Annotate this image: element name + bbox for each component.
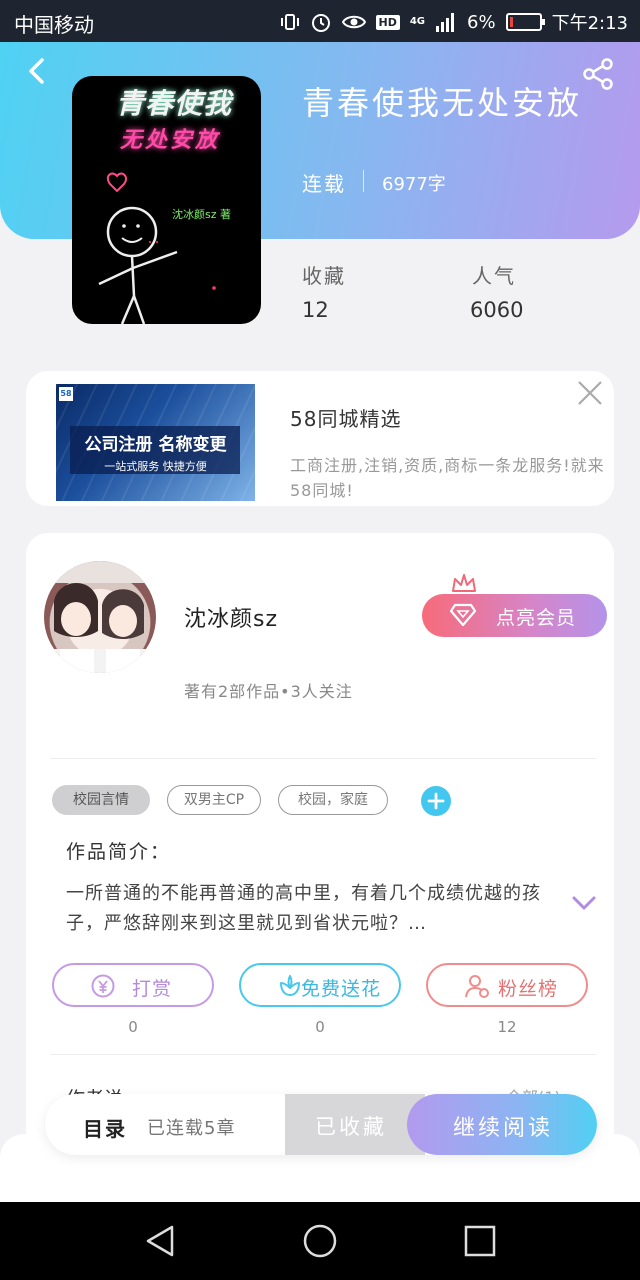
tip-button[interactable]: 打赏	[52, 963, 214, 1007]
continue-reading-button[interactable]: 继续阅读	[407, 1094, 597, 1155]
avatar[interactable]	[44, 561, 156, 673]
toc-button[interactable]: 目录	[83, 1113, 127, 1142]
book-cover[interactable]: 青春使我 无处安放 沈冰颜sz 著	[72, 76, 261, 324]
tip-count: 0	[128, 1018, 138, 1036]
intro-label: 作品简介：	[66, 841, 172, 863]
plus-icon	[427, 792, 445, 810]
battery-fill	[509, 17, 513, 27]
chevron-down-icon[interactable]	[570, 893, 598, 913]
bottom-action-bar: 目录 已连载5章 已收藏 继续阅读	[45, 1094, 597, 1155]
clock: 下午2:13	[551, 13, 628, 34]
book-info-card: 沈冰颜sz 点亮会员 著有2部作品•3人关注 校园言情 双男主CP 校园，家庭 …	[26, 533, 614, 1153]
favorites-label: 收藏	[302, 264, 346, 288]
collected-button-label: 已收藏	[315, 1115, 387, 1139]
nav-home-icon[interactable]	[302, 1223, 338, 1259]
tag-chip[interactable]: 双男主CP	[167, 785, 261, 815]
tip-button-label: 打赏	[132, 978, 173, 1000]
flower-count: 0	[315, 1018, 325, 1036]
status-bar: 中国移动 HD 4G 6% 下午2:13	[0, 0, 640, 42]
back-icon[interactable]	[22, 56, 52, 86]
collected-button[interactable]: 已收藏	[285, 1094, 425, 1155]
ad-title: 58同城精选	[290, 407, 402, 431]
close-icon[interactable]	[576, 379, 604, 407]
vibrate-icon	[280, 14, 299, 30]
share-icon[interactable]	[580, 56, 616, 92]
ad-description: 工商注册,注销,资质,商标一条龙服务!就来58同城!	[290, 456, 605, 500]
nav-recents-icon[interactable]	[462, 1223, 498, 1259]
crown-icon	[452, 574, 476, 592]
ad-image-headline: 公司注册 名称变更	[84, 435, 227, 455]
book-title: 青春使我无处安放	[302, 84, 583, 122]
send-flower-button-label: 免费送花	[301, 978, 382, 1000]
battery-icon	[505, 13, 545, 31]
send-flower-button[interactable]: 免费送花	[239, 963, 401, 1007]
author-name[interactable]: 沈冰颜sz	[184, 601, 278, 633]
divider	[50, 1054, 596, 1055]
popularity-label: 人气	[472, 264, 516, 288]
battery-percent: 6%	[467, 11, 496, 33]
alarm-icon	[311, 14, 330, 32]
fan-count: 12	[497, 1018, 517, 1036]
fan-ranking-button[interactable]: 粉丝榜	[426, 963, 588, 1007]
status-icons: HD 4G 6% 下午2:13	[280, 9, 628, 35]
signal-icon	[436, 13, 455, 32]
user-ranking-icon	[465, 975, 489, 998]
system-nav-bar	[0, 1202, 640, 1280]
carrier-label: 中国移动	[14, 13, 94, 37]
ad-card[interactable]: 58 公司注册 名称变更 一站式服务 快捷方便 58同城精选 工商注册,注销,资…	[26, 371, 614, 506]
cover-author-mark: 沈冰颜sz 著	[172, 208, 232, 221]
chapter-status: 已连载5章	[147, 1118, 236, 1139]
favorites-count: 12	[302, 298, 329, 322]
serial-status: 连载	[302, 172, 346, 196]
ad-image-subline: 一站式服务 快捷方便	[104, 460, 207, 473]
popularity-count: 6060	[470, 298, 524, 322]
cover-title-line2: 无处安放	[120, 128, 221, 153]
ad-image[interactable]: 58 公司注册 名称变更 一站式服务 快捷方便	[56, 384, 255, 501]
vip-button[interactable]: 点亮会员	[422, 594, 607, 637]
status-separator	[363, 170, 364, 192]
ad-logo: 58	[59, 387, 73, 401]
vip-button-label: 点亮会员	[496, 607, 577, 629]
author-meta: 著有2部作品•3人关注	[184, 682, 353, 701]
add-tag-button[interactable]	[421, 786, 451, 816]
flower-icon	[280, 975, 300, 996]
yen-coin-icon	[91, 974, 115, 998]
intro-text: 一所普通的不能再普通的高中里，有着几个成绩优越的孩子，严悠辞刚来到这里就见到省状…	[66, 883, 541, 934]
eye-icon	[341, 15, 366, 29]
word-count: 6977字	[382, 174, 446, 195]
fan-ranking-button-label: 粉丝榜	[498, 978, 559, 1000]
tag-chip[interactable]: 校园言情	[52, 785, 150, 815]
hd-badge: HD	[375, 14, 400, 30]
continue-reading-label: 继续阅读	[453, 1116, 554, 1141]
tag-chip[interactable]: 校园，家庭	[278, 785, 388, 815]
diamond-icon	[450, 603, 476, 627]
nav-back-icon[interactable]	[142, 1223, 178, 1259]
cover-title-line1: 青春使我	[116, 87, 233, 120]
network-type: 4G	[409, 16, 426, 27]
avatar-illustration	[44, 561, 156, 673]
divider	[50, 758, 596, 759]
